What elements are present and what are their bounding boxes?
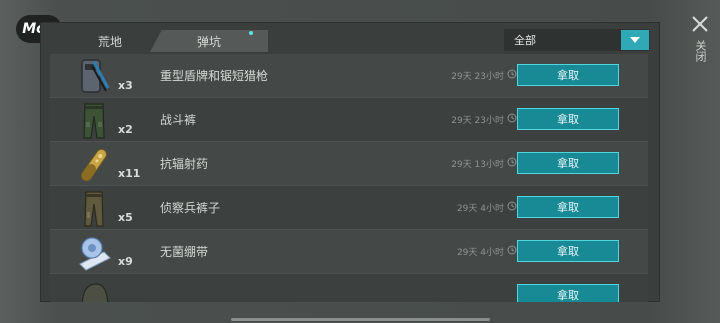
- list-item: x11 抗辐射药 29天 13小时 拿取: [50, 142, 648, 186]
- item-list[interactable]: x3 重型盾牌和锯短猎枪 29天 23小时 拿取 x2 战斗裤 29天 23小时…: [50, 54, 648, 302]
- item-time-remaining: 29天 13小时: [451, 160, 504, 170]
- close-icon[interactable]: [690, 14, 710, 34]
- item-quantity: x3: [118, 79, 133, 92]
- chevron-down-icon: [630, 37, 640, 43]
- close-label[interactable]: 关闭: [693, 40, 707, 62]
- scout-helmet-icon: [81, 283, 109, 302]
- take-button[interactable]: 拿取: [517, 108, 619, 130]
- take-button[interactable]: 拿取: [517, 196, 619, 218]
- clock-icon: [507, 113, 517, 123]
- scout-pants-icon: [84, 191, 104, 227]
- list-item: 拿取: [50, 274, 648, 302]
- list-item: x3 重型盾牌和锯短猎枪 29天 23小时 拿取: [50, 54, 648, 98]
- sterile-bandage-icon: [79, 237, 111, 271]
- list-item: x9 无菌绷带 29天 4小时 拿取: [50, 230, 648, 274]
- take-button[interactable]: 拿取: [517, 240, 619, 262]
- item-name: 战斗裤: [160, 113, 197, 127]
- item-time-remaining: 29天 23小时: [451, 72, 504, 82]
- item-quantity: x11: [118, 167, 141, 180]
- item-quantity: x9: [118, 255, 133, 268]
- clock-icon: [507, 157, 517, 167]
- dropdown-toggle-button[interactable]: [621, 30, 649, 50]
- item-time-remaining: 29天 4小时: [456, 204, 504, 214]
- item-name: 无菌绷带: [160, 245, 209, 259]
- filter-selected-label: 全部: [514, 34, 536, 47]
- item-name: 侦察兵裤子: [160, 201, 221, 215]
- clock-icon: [507, 245, 517, 255]
- clock-icon: [507, 69, 517, 79]
- filter-dropdown[interactable]: 全部: [504, 29, 650, 51]
- item-name: 抗辐射药: [160, 157, 209, 171]
- take-button[interactable]: 拿取: [517, 152, 619, 174]
- item-quantity: x5: [118, 211, 133, 224]
- list-item: x2 战斗裤 29天 23小时 拿取: [50, 98, 648, 142]
- list-item: x5 侦察兵裤子 29天 4小时 拿取: [50, 186, 648, 230]
- clock-icon: [507, 201, 517, 211]
- tab-wasteland[interactable]: 荒地: [68, 30, 152, 52]
- home-indicator[interactable]: [231, 318, 490, 321]
- anti-radiation-pill-icon: [81, 148, 107, 182]
- tab-notification-dot: [249, 31, 253, 35]
- item-time-remaining: 29天 23小时: [451, 116, 504, 126]
- take-button[interactable]: 拿取: [517, 64, 619, 86]
- item-time-remaining: 29天 4小时: [456, 248, 504, 258]
- item-quantity: x2: [118, 123, 133, 136]
- combat-pants-icon: [83, 103, 105, 139]
- take-button[interactable]: 拿取: [517, 284, 619, 302]
- shield-shotgun-icon: [81, 59, 110, 93]
- item-name: 重型盾牌和锯短猎枪: [160, 69, 269, 83]
